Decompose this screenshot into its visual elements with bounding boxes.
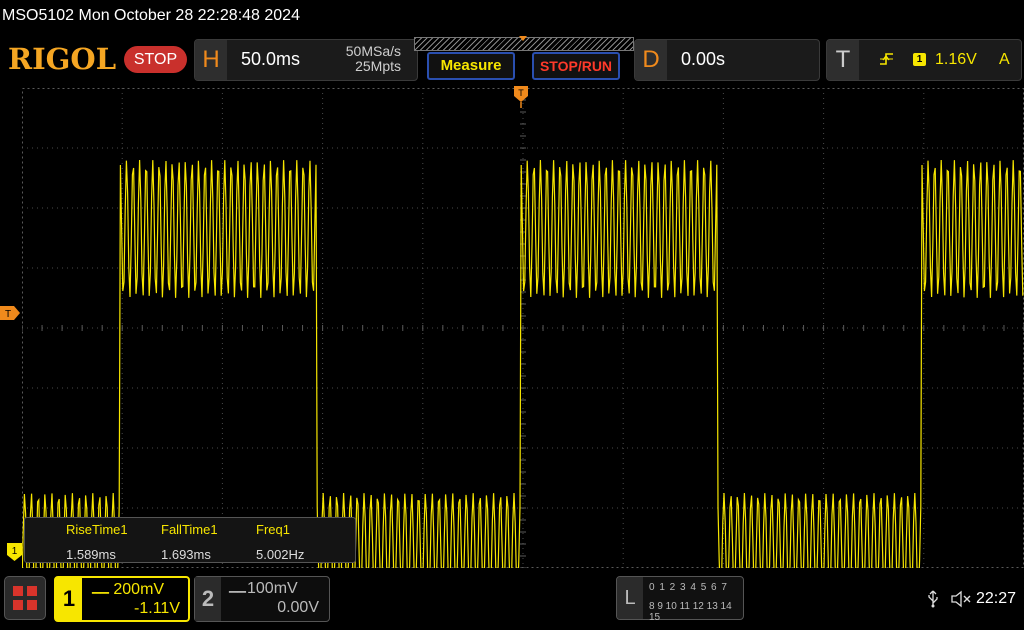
measurement-value: 5.002Hz xyxy=(256,547,305,562)
menu-grid-icon-cell xyxy=(13,600,23,610)
graticule xyxy=(22,88,1024,568)
channel-2-panel[interactable]: 2 ▁▁ 100mV 0.00V xyxy=(194,576,330,622)
trigger-panel[interactable]: T 1 1.16V A xyxy=(826,39,1022,81)
measurement-fall-time: FallTime1 1.693ms xyxy=(161,522,218,562)
channel-2-offset: 0.00V xyxy=(277,599,319,616)
ch1-marker-label: 1 xyxy=(12,546,18,557)
measurement-panel[interactable]: RiseTime1 1.589ms FallTime1 1.693ms Freq… xyxy=(24,517,356,563)
trigger-letter: T xyxy=(827,40,859,80)
run-state-badge[interactable]: STOP xyxy=(124,46,187,73)
measurement-frequency: Freq1 5.002Hz xyxy=(256,522,304,562)
channel-1-panel[interactable]: 1 ▁▁ 200mV -1.11V xyxy=(54,576,190,622)
status-clock: 22:27 xyxy=(976,590,1017,607)
channel-2-scale: ▁▁ 100mV xyxy=(229,580,298,598)
trigger-left-label: T xyxy=(5,309,11,320)
rising-edge-icon xyxy=(879,51,895,72)
top-bar: RIGOL STOP H 50.0ms 50MSa/s 25Mpts Measu… xyxy=(0,36,1024,86)
timebase-value: 50.0ms xyxy=(241,49,301,69)
trigger-mode: A xyxy=(999,51,1010,68)
menu-grid-icon xyxy=(13,586,23,596)
trigger-level-marker-icon[interactable]: T xyxy=(0,306,22,320)
measurement-label: RiseTime1 xyxy=(66,522,128,537)
logic-analyzer-panel[interactable]: L 0 1 2 3 4 5 6 7 8 9 10 11 12 13 14 15 xyxy=(616,576,744,623)
delay-panel[interactable]: D 0.00s xyxy=(634,39,820,81)
dc-coupling-icon: ▁▁ xyxy=(229,581,246,593)
logic-channels-row-1: 0 1 2 3 4 5 6 7 xyxy=(649,582,728,593)
acquisition-info: 50MSa/s 25Mpts xyxy=(346,44,401,74)
logic-channels-row-2: 8 9 10 11 12 13 14 15 xyxy=(649,601,732,623)
sample-rate: 50MSa/s xyxy=(345,43,401,59)
dc-coupling-icon: ▁▁ xyxy=(92,582,109,594)
speaker-muted-icon[interactable] xyxy=(950,590,972,613)
trigger-position-marker-icon[interactable]: T xyxy=(514,86,528,108)
delay-letter: D xyxy=(635,40,667,80)
channel-2-number: 2 xyxy=(195,577,221,621)
logic-letter: L xyxy=(617,577,643,619)
main-menu-button[interactable] xyxy=(4,576,46,620)
channel-1-scale: ▁▁ 200mV xyxy=(92,581,164,599)
measurement-value: 1.693ms xyxy=(161,547,211,562)
bottom-bar: 1 ▁▁ 200mV -1.11V 2 ▁▁ 100mV 0.00V L 0 1 … xyxy=(0,570,1024,630)
ch1-offset-marker-icon[interactable]: 1 xyxy=(7,543,22,561)
usb-icon xyxy=(926,590,940,613)
channel-1-number: 1 xyxy=(56,578,82,620)
channel-2-scale-value: 100mV xyxy=(247,580,298,597)
waveform-display[interactable] xyxy=(22,88,1024,568)
trigger-source-badge: 1 xyxy=(913,53,926,66)
menu-grid-icon-cell xyxy=(27,586,37,596)
stop-run-button[interactable]: STOP/RUN xyxy=(532,52,620,80)
trigger-level: 1.16V xyxy=(935,51,977,68)
measurement-label: FallTime1 xyxy=(161,522,218,537)
measurement-label: Freq1 xyxy=(256,522,290,537)
channel-1-offset: -1.11V xyxy=(134,600,180,617)
trigger-top-label: T xyxy=(518,88,524,98)
memory-trigger-pointer-icon xyxy=(519,36,527,41)
title-bar: MSO5102 Mon October 28 22:28:48 2024 xyxy=(0,0,1024,36)
menu-grid-icon-cell xyxy=(27,600,37,610)
measure-button[interactable]: Measure xyxy=(427,52,515,80)
horizontal-letter: H xyxy=(195,40,227,80)
memory-depth: 25Mpts xyxy=(355,58,401,74)
delay-value: 0.00s xyxy=(681,49,726,69)
measurement-value: 1.589ms xyxy=(66,547,116,562)
channel-1-scale-value: 200mV xyxy=(113,581,165,598)
title-text: MSO5102 Mon October 28 22:28:48 2024 xyxy=(2,7,300,24)
horizontal-panel[interactable]: H 50.0ms 50MSa/s 25Mpts xyxy=(194,39,418,81)
measurement-rise-time: RiseTime1 1.589ms xyxy=(66,522,128,562)
brand-logo: RIGOL xyxy=(8,42,117,76)
